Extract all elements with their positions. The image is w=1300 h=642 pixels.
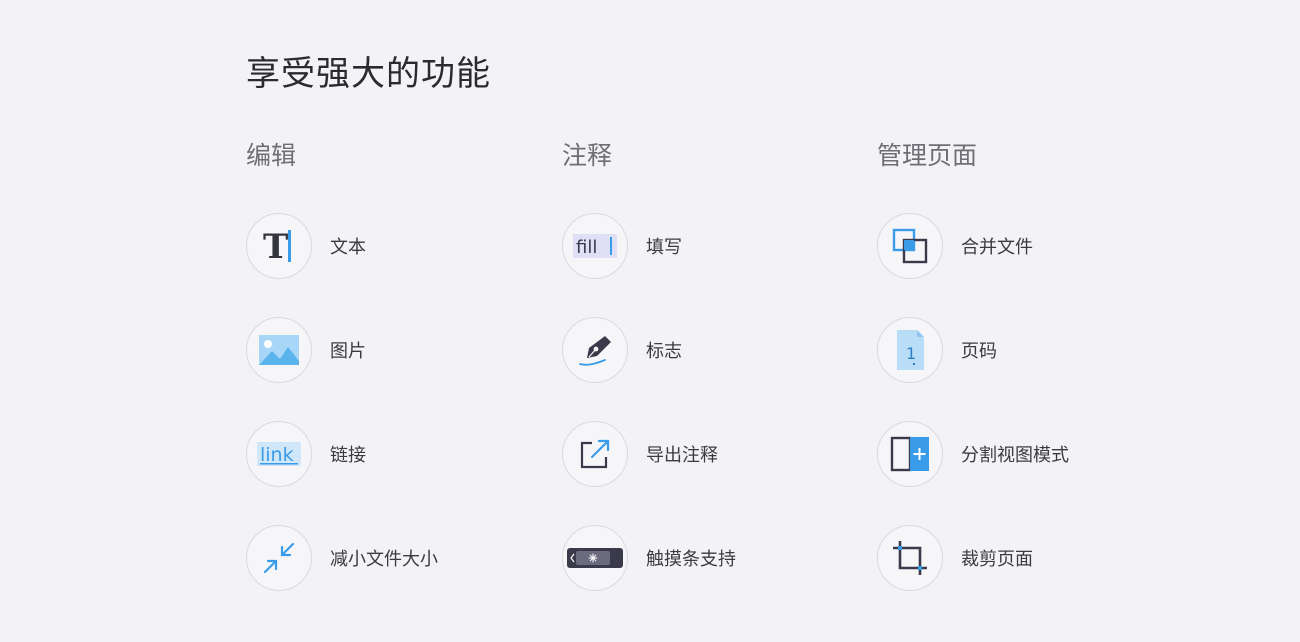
column-annotate: 注释 fill 填写 标志 导出注释 触摸条支持 — [562, 136, 862, 591]
feature-label: 标志 — [646, 341, 682, 362]
feature-link: link 链接 — [246, 419, 366, 489]
page-number-icon: 1 — [877, 317, 943, 383]
feature-label: 页码 — [961, 341, 997, 362]
features-page: 享受强大的功能 编辑 T 文本 图片 link 链接 减小文件大小 注释 fil… — [0, 0, 1300, 642]
feature-label: 分割视图模式 — [961, 445, 1069, 466]
feature-label: 合并文件 — [961, 237, 1033, 258]
merge-icon — [877, 213, 943, 279]
feature-label: 导出注释 — [646, 445, 718, 466]
feature-fill: fill 填写 — [562, 211, 682, 281]
feature-label: 图片 — [330, 341, 366, 362]
feature-label: 减小文件大小 — [330, 549, 438, 570]
column-manage-pages: 管理页面 合并文件 1 页码 分割视图模式 裁剪页面 — [877, 136, 1177, 591]
page-title: 享受强大的功能 — [246, 54, 491, 94]
text-icon: T — [246, 213, 312, 279]
feature-label: 触摸条支持 — [646, 549, 736, 570]
pen-nib-icon — [562, 317, 628, 383]
column-edit: 编辑 T 文本 图片 link 链接 减小文件大小 — [246, 136, 546, 591]
export-icon — [562, 421, 628, 487]
compress-icon — [246, 525, 312, 591]
feature-label: 链接 — [330, 445, 366, 466]
feature-crop: 裁剪页面 — [877, 523, 1033, 593]
touch-bar-icon — [562, 525, 628, 591]
feature-page-number: 1 页码 — [877, 315, 997, 385]
feature-merge: 合并文件 — [877, 211, 1033, 281]
split-view-icon — [877, 421, 943, 487]
feature-touch-bar: 触摸条支持 — [562, 523, 736, 593]
feature-label: 填写 — [646, 237, 682, 258]
crop-icon — [877, 525, 943, 591]
column-title: 注释 — [562, 141, 613, 170]
column-title: 管理页面 — [877, 141, 978, 170]
image-icon — [246, 317, 312, 383]
link-icon-text: link — [260, 444, 294, 466]
feature-split-view: 分割视图模式 — [877, 419, 1069, 489]
feature-label: 文本 — [330, 237, 366, 258]
feature-sign: 标志 — [562, 315, 682, 385]
feature-image: 图片 — [246, 315, 366, 385]
feature-label: 裁剪页面 — [961, 549, 1033, 570]
feature-compress: 减小文件大小 — [246, 523, 438, 593]
feature-export: 导出注释 — [562, 419, 718, 489]
fill-icon: fill — [562, 213, 628, 279]
svg-text:T: T — [263, 227, 288, 266]
feature-text: T 文本 — [246, 211, 366, 281]
link-icon: link — [246, 421, 312, 487]
page-number-text: 1 — [906, 344, 916, 363]
fill-icon-text: fill — [576, 237, 597, 258]
column-title: 编辑 — [246, 141, 297, 170]
